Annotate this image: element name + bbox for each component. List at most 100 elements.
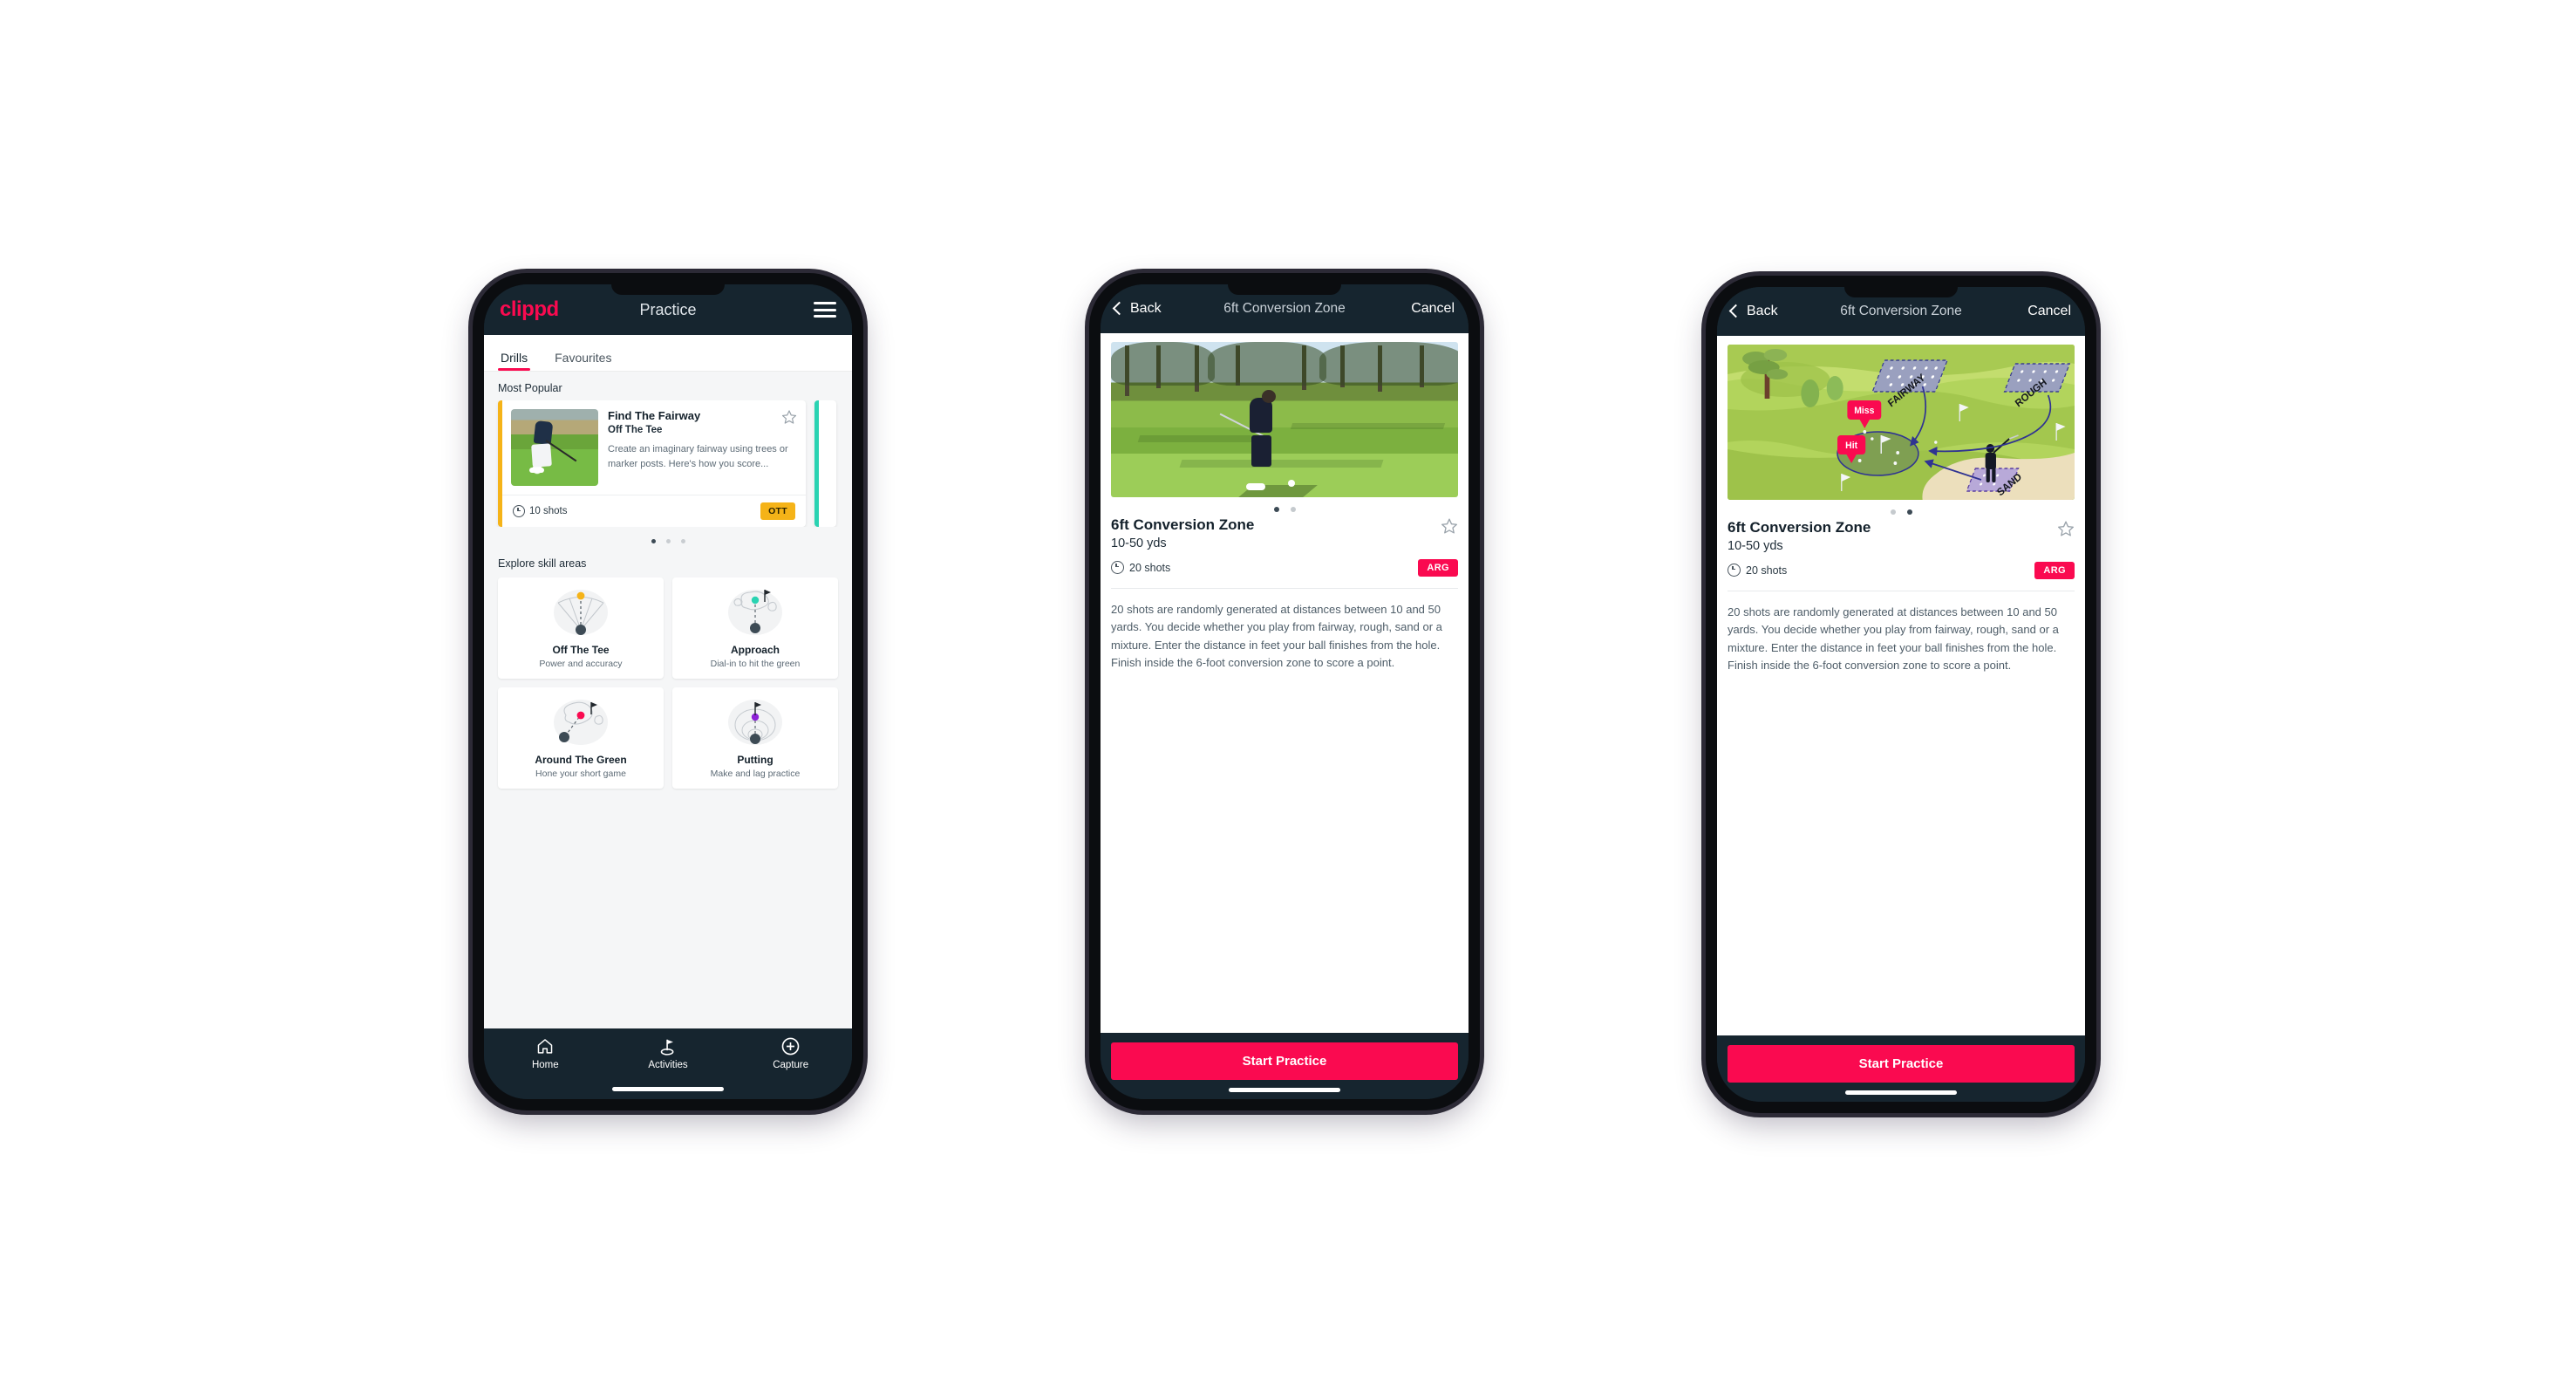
drill-thumbnail: [511, 409, 598, 486]
skill-card-putting[interactable]: Putting Make and lag practice: [672, 687, 838, 789]
phone-notch: [611, 284, 725, 295]
phone-drill-detail-diagram: Back 6ft Conversion Zone Cancel FAIRWAY …: [1706, 276, 2096, 1113]
detail-shots: 20 shots: [1111, 561, 1170, 575]
phone3-screen: Back 6ft Conversion Zone Cancel FAIRWAY …: [1717, 287, 2085, 1102]
media-dot[interactable]: [1906, 509, 1912, 515]
phone2-screen: Back 6ft Conversion Zone Cancel 6ft Conv…: [1101, 284, 1469, 1099]
drill-description: Create an imaginary fairway using trees …: [608, 444, 788, 470]
plus-circle-icon: [729, 1036, 852, 1056]
golfer-chipping-photo[interactable]: [1111, 342, 1458, 497]
svg-text:Hit: Hit: [1845, 441, 1857, 451]
detail-title-row: 6ft Conversion Zone 10-50 yds: [1111, 516, 1458, 550]
nav-item-home[interactable]: Home: [484, 1036, 607, 1070]
carousel-dot[interactable]: [651, 539, 656, 543]
drill-card-next-peek[interactable]: [814, 400, 836, 527]
skill-desc: Make and lag practice: [710, 769, 801, 779]
drill-card[interactable]: Find The Fairway Off The Tee Create an i…: [498, 400, 806, 527]
hamburger-menu-icon[interactable]: [814, 302, 836, 318]
carousel-dot[interactable]: [680, 539, 685, 543]
section-most-popular-label: Most Popular: [498, 382, 562, 394]
media-dot[interactable]: [1890, 509, 1896, 515]
phone-notch: [1844, 287, 1958, 297]
cta-container: Start Practice: [1717, 1035, 2085, 1102]
skill-card-off-the-tee[interactable]: Off The Tee Power and accuracy: [498, 577, 664, 679]
status-badge: ARG: [2034, 561, 2075, 579]
putting-rings-icon: [721, 696, 789, 748]
clock-icon: [1728, 564, 1741, 577]
nav-label: Home: [531, 1060, 559, 1070]
star-outline-icon[interactable]: [781, 409, 797, 425]
around-green-icon: [547, 696, 615, 748]
cta-container: Start Practice: [1101, 1033, 1469, 1099]
start-practice-button[interactable]: Start Practice: [1728, 1045, 2075, 1083]
screen-content: Most Popular Find The Fairway Off The Te…: [484, 372, 852, 1028]
status-badge: OTT: [760, 502, 795, 520]
home-icon: [484, 1036, 607, 1056]
skill-desc: Power and accuracy: [539, 659, 623, 669]
start-practice-button[interactable]: Start Practice: [1111, 1042, 1458, 1080]
cancel-button[interactable]: Cancel: [2027, 304, 2071, 319]
media-dot[interactable]: [1290, 507, 1296, 512]
clippd-logo[interactable]: clippd: [500, 299, 559, 320]
phone1-screen: clippd Practice Drills Favourites Most P…: [484, 284, 852, 1099]
star-outline-icon[interactable]: [1441, 517, 1458, 535]
chevron-left-icon: [1728, 304, 1743, 318]
clock-icon: [1111, 561, 1124, 575]
carousel-dots: [484, 527, 852, 547]
tab-drills[interactable]: Drills: [498, 351, 540, 371]
skill-name: Putting: [737, 754, 773, 766]
tee-fan-icon: [547, 586, 615, 639]
chevron-left-icon: [1112, 301, 1127, 316]
status-badge: ARG: [1418, 558, 1458, 577]
detail-title: 6ft Conversion Zone: [1111, 516, 1255, 533]
phone-drill-detail-photo: Back 6ft Conversion Zone Cancel 6ft Conv…: [1089, 273, 1480, 1110]
divider: [1111, 587, 1458, 589]
detail-description: 20 shots are randomly generated at dista…: [1728, 605, 2059, 673]
golf-flag-icon: [607, 1036, 730, 1056]
skill-name: Around The Green: [535, 754, 627, 766]
skill-card-approach[interactable]: Approach Dial-in to hit the green: [672, 577, 838, 679]
back-label: Back: [1130, 301, 1162, 316]
detail-distance: 10-50 yds: [1728, 538, 1783, 553]
approach-green-icon: [721, 586, 789, 639]
skill-name: Approach: [730, 644, 780, 656]
skill-desc: Hone your short game: [535, 769, 626, 779]
detail-description: 20 shots are randomly generated at dista…: [1111, 602, 1442, 670]
most-popular-carousel[interactable]: Find The Fairway Off The Tee Create an i…: [484, 400, 852, 527]
detail-meta-row: 20 shots ARG: [1111, 558, 1458, 577]
carousel-dot[interactable]: [665, 539, 671, 543]
svg-text:Miss: Miss: [1854, 406, 1874, 416]
nav-item-activities[interactable]: Activities: [607, 1036, 730, 1070]
clock-icon: [513, 505, 525, 517]
tab-favourites[interactable]: Favourites: [552, 351, 624, 371]
detail-content: FAIRWAY ROUGH SAND Miss Hit 6ft Conversi…: [1717, 336, 2085, 1035]
detail-title-row: 6ft Conversion Zone 10-50 yds: [1728, 519, 2075, 553]
back-button[interactable]: Back: [1728, 304, 1778, 319]
drill-shots: 10 shots: [513, 505, 567, 517]
bottom-navigation: Home Activities Capture: [484, 1028, 852, 1099]
skill-card-around-the-green[interactable]: Around The Green Hone your short game: [498, 687, 664, 789]
golf-course-diagram[interactable]: FAIRWAY ROUGH SAND Miss Hit: [1728, 345, 2075, 500]
detail-title: 6ft Conversion Zone: [1728, 519, 1871, 536]
home-indicator: [612, 1087, 724, 1091]
back-button[interactable]: Back: [1112, 301, 1162, 317]
media-dot[interactable]: [1273, 507, 1279, 512]
nav-label: Activities: [648, 1060, 688, 1070]
drill-title: Find The Fairway: [608, 409, 701, 422]
media-carousel-dots: [1728, 500, 2075, 519]
nav-item-capture[interactable]: Capture: [729, 1036, 852, 1070]
home-indicator: [1229, 1088, 1340, 1092]
drill-subtitle: Off The Tee: [608, 425, 663, 436]
nav-label: Capture: [773, 1060, 809, 1070]
cancel-button[interactable]: Cancel: [1411, 301, 1455, 317]
section-skill-areas-label: Explore skill areas: [498, 557, 587, 570]
media-carousel-dots: [1111, 497, 1458, 516]
detail-content: 6ft Conversion Zone 10-50 yds 20 shots A…: [1101, 333, 1469, 1033]
phone-notch: [1228, 284, 1341, 295]
drill-card-footer: 10 shots OTT: [502, 495, 806, 527]
detail-shots: 20 shots: [1728, 564, 1787, 577]
star-outline-icon[interactable]: [2057, 520, 2075, 537]
drill-card-top: Find The Fairway Off The Tee Create an i…: [502, 400, 806, 495]
home-indicator: [1845, 1090, 1957, 1095]
detail-shots-label: 20 shots: [1746, 564, 1788, 577]
